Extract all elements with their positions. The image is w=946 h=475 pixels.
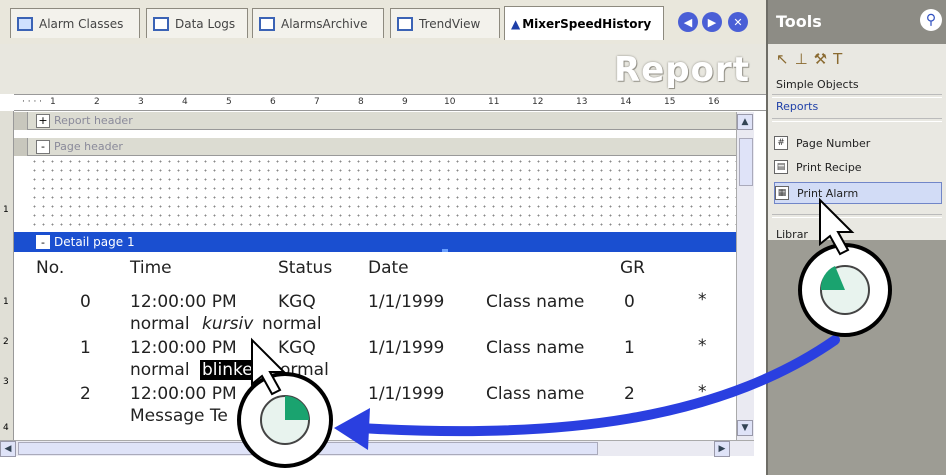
window-icon [259,16,275,31]
pin-icon[interactable]: ⚲ [920,9,942,31]
print-recipe-icon: ▤ [774,160,788,174]
text-normal: ormal [280,360,329,380]
table-cell-no: 2 [80,384,91,404]
scroll-right-button[interactable]: ▶ [714,441,730,457]
toolbar-icons: ↖⊥⚒T [776,50,848,68]
tools-panel: Tools ⚲ ↖⊥⚒T Simple Objects Reports # Pa… [766,0,946,475]
text-tool-icon[interactable]: T [833,50,848,68]
tab-trend-view[interactable]: TrendView [390,8,500,38]
table-cell-date: 1/1/1999 [368,384,445,404]
tools-icon[interactable]: ⚒ [814,50,833,68]
column-header-no: No. [36,258,65,278]
table-cell-time: 12:00:00 PM [130,338,237,358]
text-message: Message Te [130,406,228,426]
report-title: Report [614,50,750,90]
page-header-section[interactable]: - Page header [14,138,736,156]
table-cell-gr: 1 [624,338,635,358]
tool-page-number[interactable]: # Page Number [774,132,942,154]
table-cell-status: KGQ [278,338,316,358]
vertical-scrollbar[interactable]: ▲ ▼ [736,112,754,440]
print-alarm-icon: ▦ [775,186,789,200]
text-blink: blinke [200,360,255,380]
text-normal: normal [130,314,190,334]
scroll-thumb[interactable] [18,442,598,455]
vertical-ruler: 1 1 2 3 4 [0,111,14,441]
scroll-left-button[interactable]: ◀ [0,441,16,457]
tab-alarm-classes[interactable]: Alarm Classes [10,8,140,38]
report-header-toggle[interactable]: + [36,113,50,128]
table-cell-no: 1 [80,338,91,358]
scroll-up-button[interactable]: ▲ [737,114,753,130]
text-italic: kursiv [202,314,254,334]
detail-section[interactable]: - Detail page 1 [14,232,736,252]
column-header-time: Time [130,258,172,278]
tab-next-button[interactable]: ▶ [702,12,722,32]
page-header-toggle[interactable]: - [36,139,50,154]
table-cell-class: Class name [486,384,585,404]
text-normal: normal [262,314,322,334]
category-simple-objects[interactable]: Simple Objects [776,78,859,91]
table-cell-gr: 0 [624,292,635,312]
column-header-date: Date [368,258,409,278]
scroll-thumb[interactable] [739,138,753,186]
table-cell-time: 12:00:00 PM [130,384,237,404]
report-header-label: Report header [54,114,133,127]
tools-empty-area [768,240,946,475]
stamp-icon[interactable]: ⊥ [795,50,814,68]
report-icon: ▲ [511,16,521,31]
page-number-icon: # [774,136,788,150]
horizontal-scrollbar[interactable]: ◀ ▶ [0,440,754,457]
page-header-canvas[interactable] [30,157,736,229]
data-logs-icon [153,16,169,31]
report-title-area: Report [0,44,766,94]
table-cell-class: Class name [486,292,585,312]
tools-title: Tools [776,12,822,31]
tools-header: Tools ⚲ [768,0,946,44]
table-cell-class: Class name [486,338,585,358]
table-cell-star: * [698,336,707,356]
alarm-classes-icon [17,16,33,31]
table-cell-date: 1/1/1999 [368,292,445,312]
table-cell-status: KGQ [278,292,316,312]
tab-alarms-archive[interactable]: AlarmsArchive [252,8,384,38]
column-header-gr: GR [620,258,645,278]
tab-data-logs[interactable]: Data Logs [146,8,248,38]
tab-mixer-speed-history[interactable]: ▲ MixerSpeedHistory [504,6,664,40]
scroll-down-button[interactable]: ▼ [737,420,753,436]
text-normal: normal [130,360,190,380]
window-icon [397,16,413,31]
detail-toggle[interactable]: - [36,235,50,249]
table-cell-time: 12:00:00 PM [130,292,237,312]
table-cell-date: 1/1/1999 [368,338,445,358]
table-cell-star: * [698,382,707,402]
pointer-icon[interactable]: ↖ [776,50,795,68]
tool-print-alarm[interactable]: ▦ Print Alarm [774,182,942,204]
detail-canvas[interactable]: No. Time Status Date GR 0 12:00:00 PM KG… [30,252,736,440]
category-reports[interactable]: Reports [776,100,818,113]
tab-close-button[interactable]: ✕ [728,12,748,32]
tool-print-recipe[interactable]: ▤ Print Recipe [774,156,942,178]
tab-bar: Alarm Classes Data Logs AlarmsArchive Tr… [0,0,766,44]
column-header-status: Status [278,258,333,278]
table-cell-gr: 2 [624,384,635,404]
tab-prev-button[interactable]: ◀ [678,12,698,32]
detail-label: Detail page 1 [54,235,135,249]
report-header-section[interactable]: + Report header [14,112,736,130]
page-header-label: Page header [54,140,123,153]
report-editor-window: Alarm Classes Data Logs AlarmsArchive Tr… [0,0,946,475]
horizontal-ruler: · · · · 1 2 3 4 5 6 7 8 9 10 11 12 13 14… [14,94,766,111]
table-cell-no: 0 [80,292,91,312]
table-cell-star: * [698,290,707,310]
